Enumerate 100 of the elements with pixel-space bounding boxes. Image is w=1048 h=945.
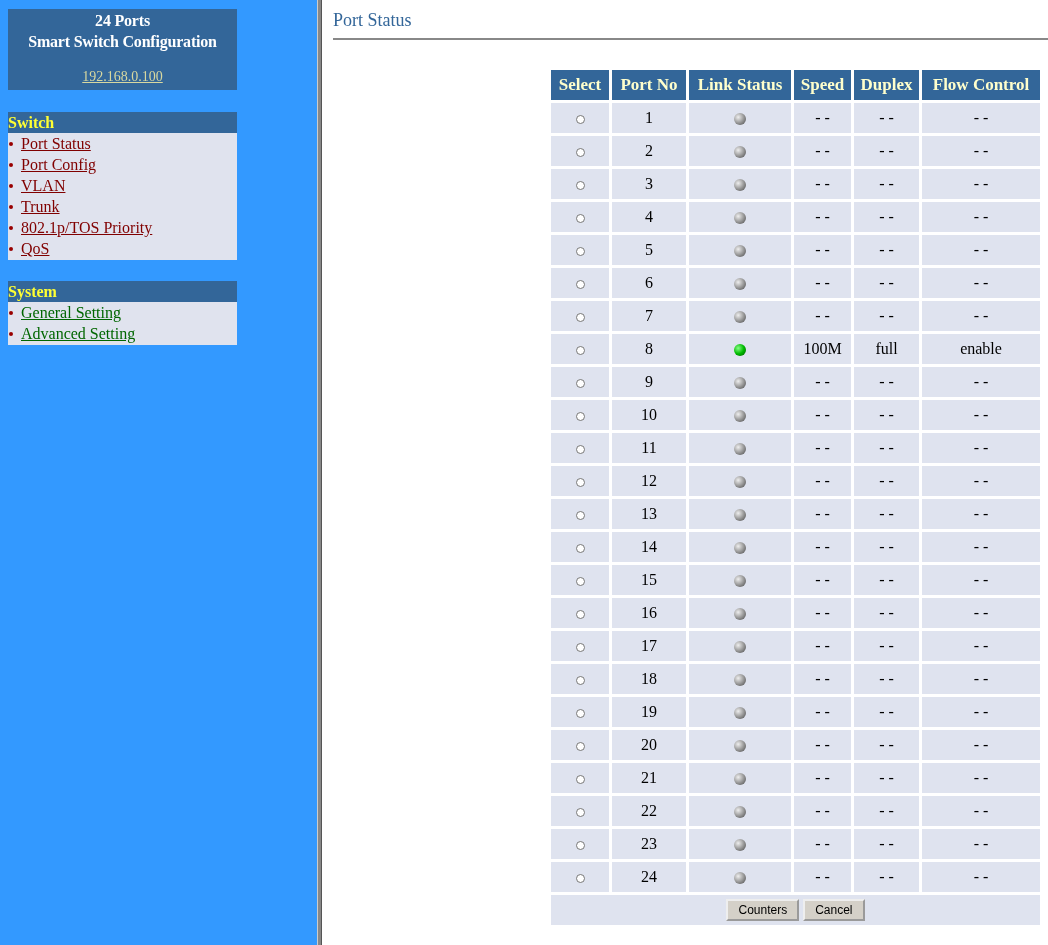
- radio-button[interactable]: [575, 114, 585, 124]
- radio-button[interactable]: [575, 840, 585, 850]
- table-cell: - -: [922, 169, 1040, 199]
- table-cell: - -: [922, 136, 1040, 166]
- table-cell: 17: [612, 631, 686, 661]
- menu-link[interactable]: General Setting: [21, 302, 121, 323]
- table-cell: - -: [794, 367, 851, 397]
- radio-button[interactable]: [575, 213, 585, 223]
- column-header: Select: [551, 70, 609, 100]
- table-cell: - -: [794, 301, 851, 331]
- menu-link[interactable]: Port Config: [21, 154, 97, 175]
- table-cell: 16: [612, 598, 686, 628]
- table-cell: - -: [794, 136, 851, 166]
- table-cell: - -: [794, 202, 851, 232]
- table-cell: - -: [794, 598, 851, 628]
- table-cell: - -: [854, 169, 919, 199]
- column-header: Port No: [612, 70, 686, 100]
- address-link[interactable]: 192.168.0.100: [82, 69, 163, 85]
- menu-link[interactable]: Trunk: [21, 196, 60, 217]
- table-cell: 7: [612, 301, 686, 331]
- table-cell: - -: [922, 466, 1040, 496]
- bullet-icon: [9, 204, 13, 209]
- table-cell: - -: [854, 499, 919, 529]
- radio-button[interactable]: [575, 543, 585, 553]
- table-cell: - -: [794, 532, 851, 562]
- radio-button[interactable]: [575, 873, 585, 883]
- menu-link[interactable]: VLAN: [21, 175, 66, 196]
- table-cell: - -: [922, 631, 1040, 661]
- menu-link[interactable]: Advanced Setting: [21, 323, 136, 344]
- menu-link[interactable]: 802.1p/TOS Priority: [21, 217, 153, 238]
- radio-button[interactable]: [575, 246, 585, 256]
- table-cell: - -: [922, 400, 1040, 430]
- table-cell: - -: [854, 565, 919, 595]
- radio-button[interactable]: [575, 741, 585, 751]
- table-cell: - -: [922, 697, 1040, 727]
- table-cell: - -: [854, 664, 919, 694]
- table-cell: - -: [854, 202, 919, 232]
- table-cell: 11: [612, 433, 686, 463]
- radio-button[interactable]: [575, 807, 585, 817]
- table-cell: 12: [612, 466, 686, 496]
- table-cell: - -: [854, 829, 919, 859]
- table-cell: - -: [922, 268, 1040, 298]
- menu-link[interactable]: Port Status: [21, 133, 91, 154]
- table-cell: - -: [854, 730, 919, 760]
- table-cell: 5: [612, 235, 686, 265]
- table-cell: - -: [794, 763, 851, 793]
- radio-button[interactable]: [575, 576, 585, 586]
- table-cell: - -: [794, 862, 851, 892]
- table-cell: - -: [794, 565, 851, 595]
- radio-button[interactable]: [575, 774, 585, 784]
- table-cell: - -: [854, 301, 919, 331]
- radio-button[interactable]: [575, 147, 585, 157]
- column-header: Flow Control: [922, 70, 1040, 100]
- radio-button[interactable]: [575, 708, 585, 718]
- table-cell: - -: [922, 532, 1040, 562]
- table-cell: - -: [854, 532, 919, 562]
- table-cell: - -: [794, 400, 851, 430]
- bullet-icon: [9, 183, 13, 188]
- table-cell: 22: [612, 796, 686, 826]
- menu-link[interactable]: QoS: [21, 238, 50, 259]
- table-cell: - -: [922, 730, 1040, 760]
- bullet-icon: [9, 225, 13, 230]
- table-cell: - -: [794, 466, 851, 496]
- column-header: Link Status: [689, 70, 791, 100]
- radio-button[interactable]: [575, 642, 585, 652]
- bullet-icon: [9, 141, 13, 146]
- radio-button[interactable]: [575, 510, 585, 520]
- radio-button[interactable]: [575, 180, 585, 190]
- bullet-icon: [9, 331, 13, 336]
- table-cell: - -: [922, 565, 1040, 595]
- radio-button[interactable]: [575, 609, 585, 619]
- table-cell: - -: [922, 763, 1040, 793]
- table-cell: - -: [854, 103, 919, 133]
- table-cell: - -: [854, 400, 919, 430]
- table-cell: - -: [854, 598, 919, 628]
- table-cell: - -: [794, 664, 851, 694]
- radio-button[interactable]: [575, 279, 585, 289]
- action-button[interactable]: Counters: [726, 899, 800, 921]
- radio-button[interactable]: [575, 411, 585, 421]
- table-cell: - -: [794, 829, 851, 859]
- action-button[interactable]: Cancel: [803, 899, 865, 921]
- table-cell: - -: [794, 268, 851, 298]
- radio-button[interactable]: [575, 312, 585, 322]
- table-cell: 10: [612, 400, 686, 430]
- radio-button[interactable]: [575, 477, 585, 487]
- table-cell: - -: [854, 862, 919, 892]
- table-cell: - -: [854, 235, 919, 265]
- table-cell: - -: [922, 235, 1040, 265]
- radio-button[interactable]: [575, 444, 585, 454]
- section-heading: System: [8, 281, 237, 302]
- table-cell: 3: [612, 169, 686, 199]
- radio-button[interactable]: [575, 378, 585, 388]
- table-cell: - -: [922, 433, 1040, 463]
- radio-button[interactable]: [575, 345, 585, 355]
- radio-button[interactable]: [575, 675, 585, 685]
- table-cell: full: [854, 334, 919, 364]
- table-cell: 8: [612, 334, 686, 364]
- table-cell: 1: [612, 103, 686, 133]
- table-cell: 9: [612, 367, 686, 397]
- column-header: Duplex: [854, 70, 919, 100]
